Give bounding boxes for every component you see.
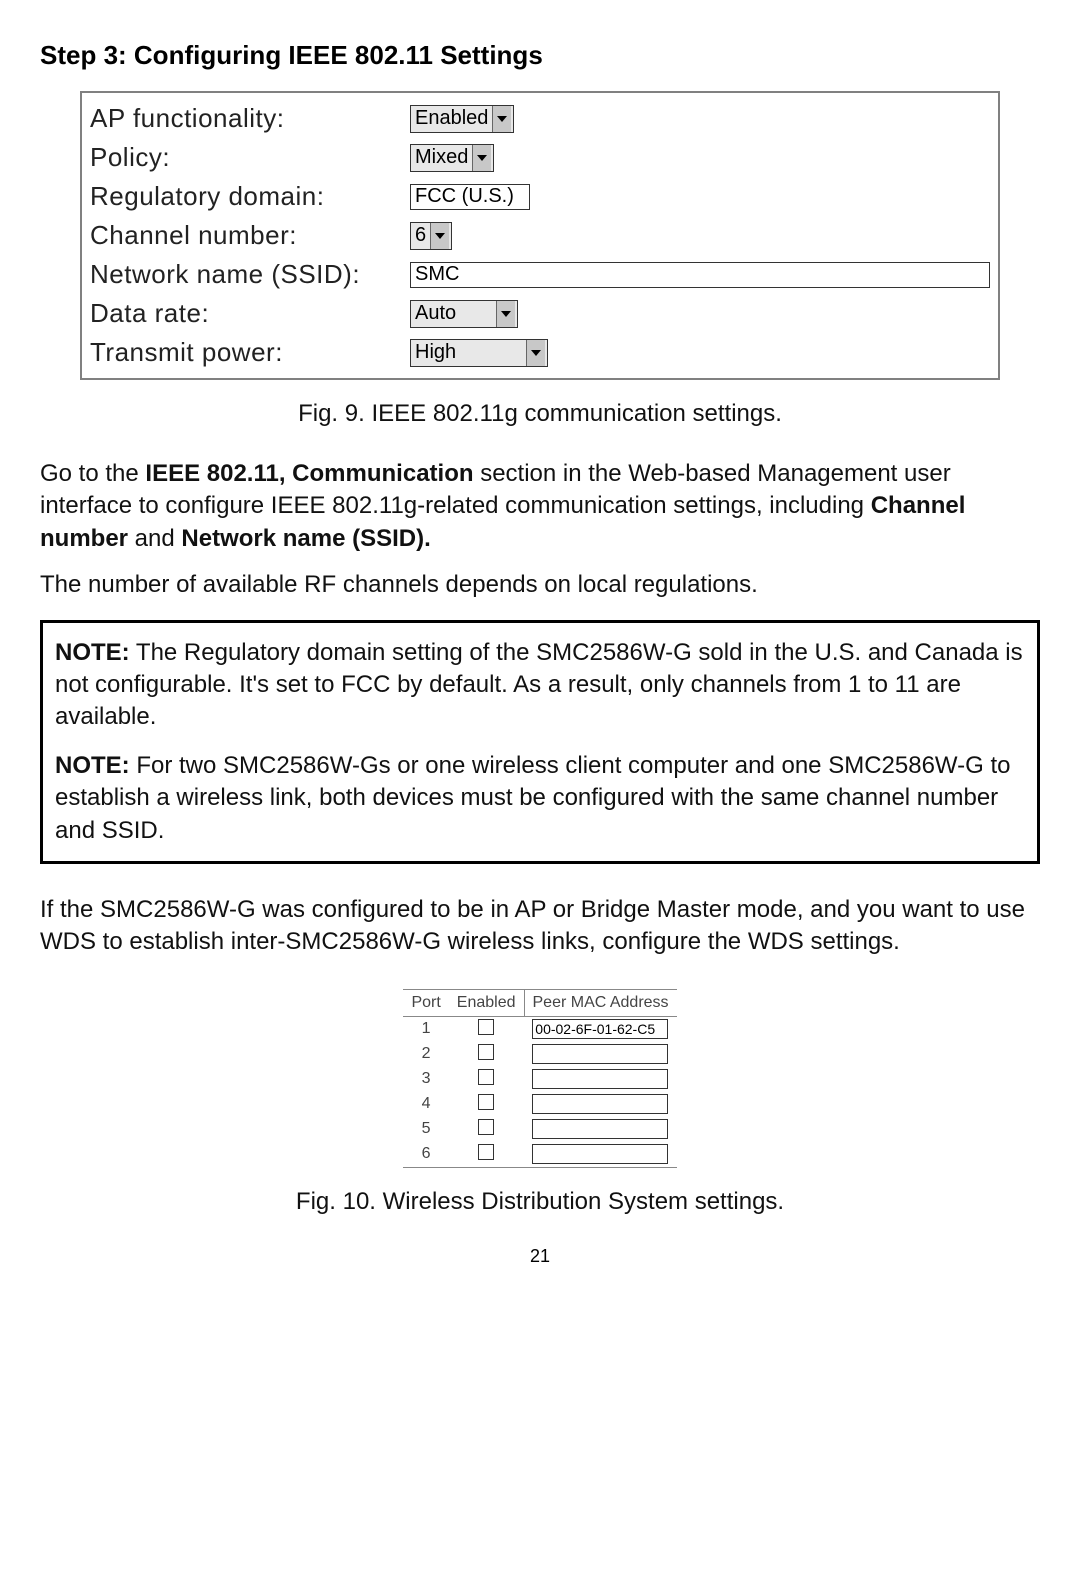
paragraph-3: If the SMC2586W-G was configured to be i… bbox=[40, 894, 1040, 959]
enabled-checkbox[interactable] bbox=[478, 1144, 494, 1160]
enabled-checkbox[interactable] bbox=[478, 1019, 494, 1035]
ap-functionality-value: Enabled bbox=[415, 107, 488, 130]
peer-mac-input[interactable] bbox=[532, 1019, 668, 1039]
data-rate-label: Data rate: bbox=[90, 298, 410, 329]
enabled-checkbox[interactable] bbox=[478, 1119, 494, 1135]
peer-mac-input[interactable] bbox=[532, 1119, 668, 1139]
wds-header-peer: Peer MAC Address bbox=[524, 989, 677, 1016]
ssid-input[interactable] bbox=[410, 262, 990, 288]
table-row: 2 bbox=[403, 1042, 676, 1067]
text: and bbox=[128, 525, 181, 552]
note-box: NOTE: The Regulatory domain setting of t… bbox=[40, 620, 1040, 864]
bold-text: Network name (SSID). bbox=[181, 525, 430, 552]
chevron-down-icon bbox=[430, 223, 449, 249]
fig9-caption: Fig. 9. IEEE 802.11g communication setti… bbox=[40, 400, 1040, 428]
enabled-checkbox[interactable] bbox=[478, 1044, 494, 1060]
data-rate-value: Auto bbox=[415, 302, 492, 325]
port-cell: 2 bbox=[403, 1042, 448, 1067]
channel-number-label: Channel number: bbox=[90, 220, 410, 251]
chevron-down-icon bbox=[472, 145, 491, 171]
port-cell: 1 bbox=[403, 1016, 448, 1042]
transmit-power-select[interactable]: High bbox=[410, 339, 548, 367]
port-cell: 6 bbox=[403, 1142, 448, 1168]
ieee-settings-form: AP functionality: Enabled Policy: Mixed … bbox=[80, 91, 1000, 380]
policy-select[interactable]: Mixed bbox=[410, 144, 494, 172]
table-row: 5 bbox=[403, 1117, 676, 1142]
page-number: 21 bbox=[40, 1246, 1040, 1267]
bold-text: IEEE 802.11, Communication bbox=[145, 460, 473, 487]
wds-table: Port Enabled Peer MAC Address 1 2 3 bbox=[403, 989, 676, 1168]
peer-mac-input[interactable] bbox=[532, 1144, 668, 1164]
fig10-caption: Fig. 10. Wireless Distribution System se… bbox=[40, 1188, 1040, 1216]
chevron-down-icon bbox=[526, 340, 545, 366]
enabled-checkbox[interactable] bbox=[478, 1094, 494, 1110]
wds-header-enabled: Enabled bbox=[449, 989, 524, 1016]
peer-mac-input[interactable] bbox=[532, 1044, 668, 1064]
policy-value: Mixed bbox=[415, 146, 468, 169]
chevron-down-icon bbox=[496, 301, 515, 327]
table-row: 6 bbox=[403, 1142, 676, 1168]
peer-mac-input[interactable] bbox=[532, 1069, 668, 1089]
regulatory-domain-label: Regulatory domain: bbox=[90, 181, 410, 212]
note-label: NOTE: bbox=[55, 639, 130, 666]
ap-functionality-label: AP functionality: bbox=[90, 103, 410, 134]
table-row: 4 bbox=[403, 1092, 676, 1117]
data-rate-select[interactable]: Auto bbox=[410, 300, 518, 328]
text: Go to the bbox=[40, 460, 145, 487]
chevron-down-icon bbox=[492, 106, 511, 132]
transmit-power-label: Transmit power: bbox=[90, 337, 410, 368]
policy-label: Policy: bbox=[90, 142, 410, 173]
wds-header-port: Port bbox=[403, 989, 448, 1016]
port-cell: 4 bbox=[403, 1092, 448, 1117]
note-label: NOTE: bbox=[55, 752, 130, 779]
channel-number-value: 6 bbox=[415, 224, 426, 247]
note-text: For two SMC2586W-Gs or one wireless clie… bbox=[55, 752, 1010, 844]
note-text: The Regulatory domain setting of the SMC… bbox=[55, 639, 1023, 731]
channel-number-select[interactable]: 6 bbox=[410, 222, 452, 250]
enabled-checkbox[interactable] bbox=[478, 1069, 494, 1085]
table-row: 1 bbox=[403, 1016, 676, 1042]
paragraph-1: Go to the IEEE 802.11, Communication sec… bbox=[40, 458, 1040, 555]
peer-mac-input[interactable] bbox=[532, 1094, 668, 1114]
port-cell: 3 bbox=[403, 1067, 448, 1092]
table-row: 3 bbox=[403, 1067, 676, 1092]
regulatory-domain-input[interactable] bbox=[410, 184, 530, 210]
step-title: Step 3: Configuring IEEE 802.11 Settings bbox=[40, 40, 1040, 71]
ap-functionality-select[interactable]: Enabled bbox=[410, 105, 514, 133]
transmit-power-value: High bbox=[415, 341, 522, 364]
port-cell: 5 bbox=[403, 1117, 448, 1142]
paragraph-2: The number of available RF channels depe… bbox=[40, 569, 1040, 601]
ssid-label: Network name (SSID): bbox=[90, 259, 410, 290]
